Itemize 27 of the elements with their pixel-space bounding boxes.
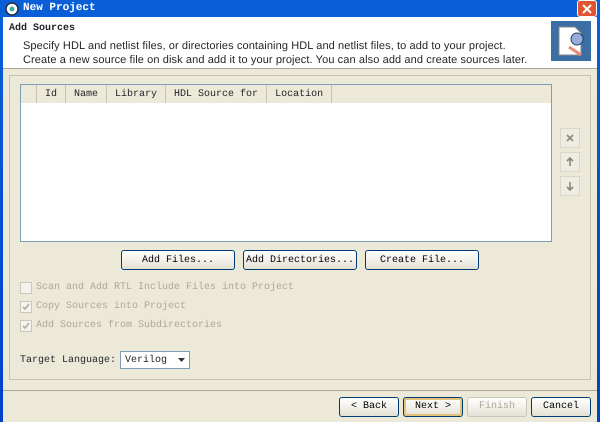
dialog-button[interactable]: Cancel <box>531 396 591 416</box>
checkbox-label: Scan and Add RTL Include Files into Project <box>36 280 294 295</box>
dialog-button[interactable]: < Back <box>339 396 399 416</box>
dialog-button[interactable]: Next > <box>403 396 463 416</box>
close-icon <box>582 4 592 14</box>
down-arrow-icon <box>564 180 576 192</box>
column-header[interactable]: Library <box>107 85 166 103</box>
remove-icon <box>564 132 576 144</box>
page-title: Add Sources <box>9 22 76 36</box>
action-button[interactable]: Add Files... <box>121 250 235 270</box>
column-header[interactable]: HDL Source for <box>166 85 268 103</box>
close-button[interactable] <box>577 0 597 17</box>
checkbox-label: Copy Sources into Project <box>36 300 186 314</box>
up-arrow-icon <box>564 156 576 168</box>
description-text: Create a new source file on disk and add it to your project. You can also add and create sources later. <box>23 53 528 67</box>
target-language-label: Target Language: <box>20 354 116 368</box>
column-header[interactable]: Name <box>66 85 108 103</box>
action-button[interactable]: Create File... <box>365 250 479 270</box>
caret-icon <box>178 358 186 362</box>
target-language-dropdown[interactable]: Verilog <box>120 351 190 369</box>
column-header[interactable]: Location <box>267 85 332 103</box>
window-title: New Project <box>23 1 96 16</box>
column-header[interactable]: Id <box>37 85 66 103</box>
description-text: Specify HDL and netlist files, or directories containing HDL and netlist files, to add to your project. <box>23 39 507 53</box>
checkbox-label: Add Sources from Subdirectories <box>36 318 222 333</box>
action-button[interactable]: Add Directories... <box>243 250 357 270</box>
document-gear-icon <box>551 21 591 61</box>
